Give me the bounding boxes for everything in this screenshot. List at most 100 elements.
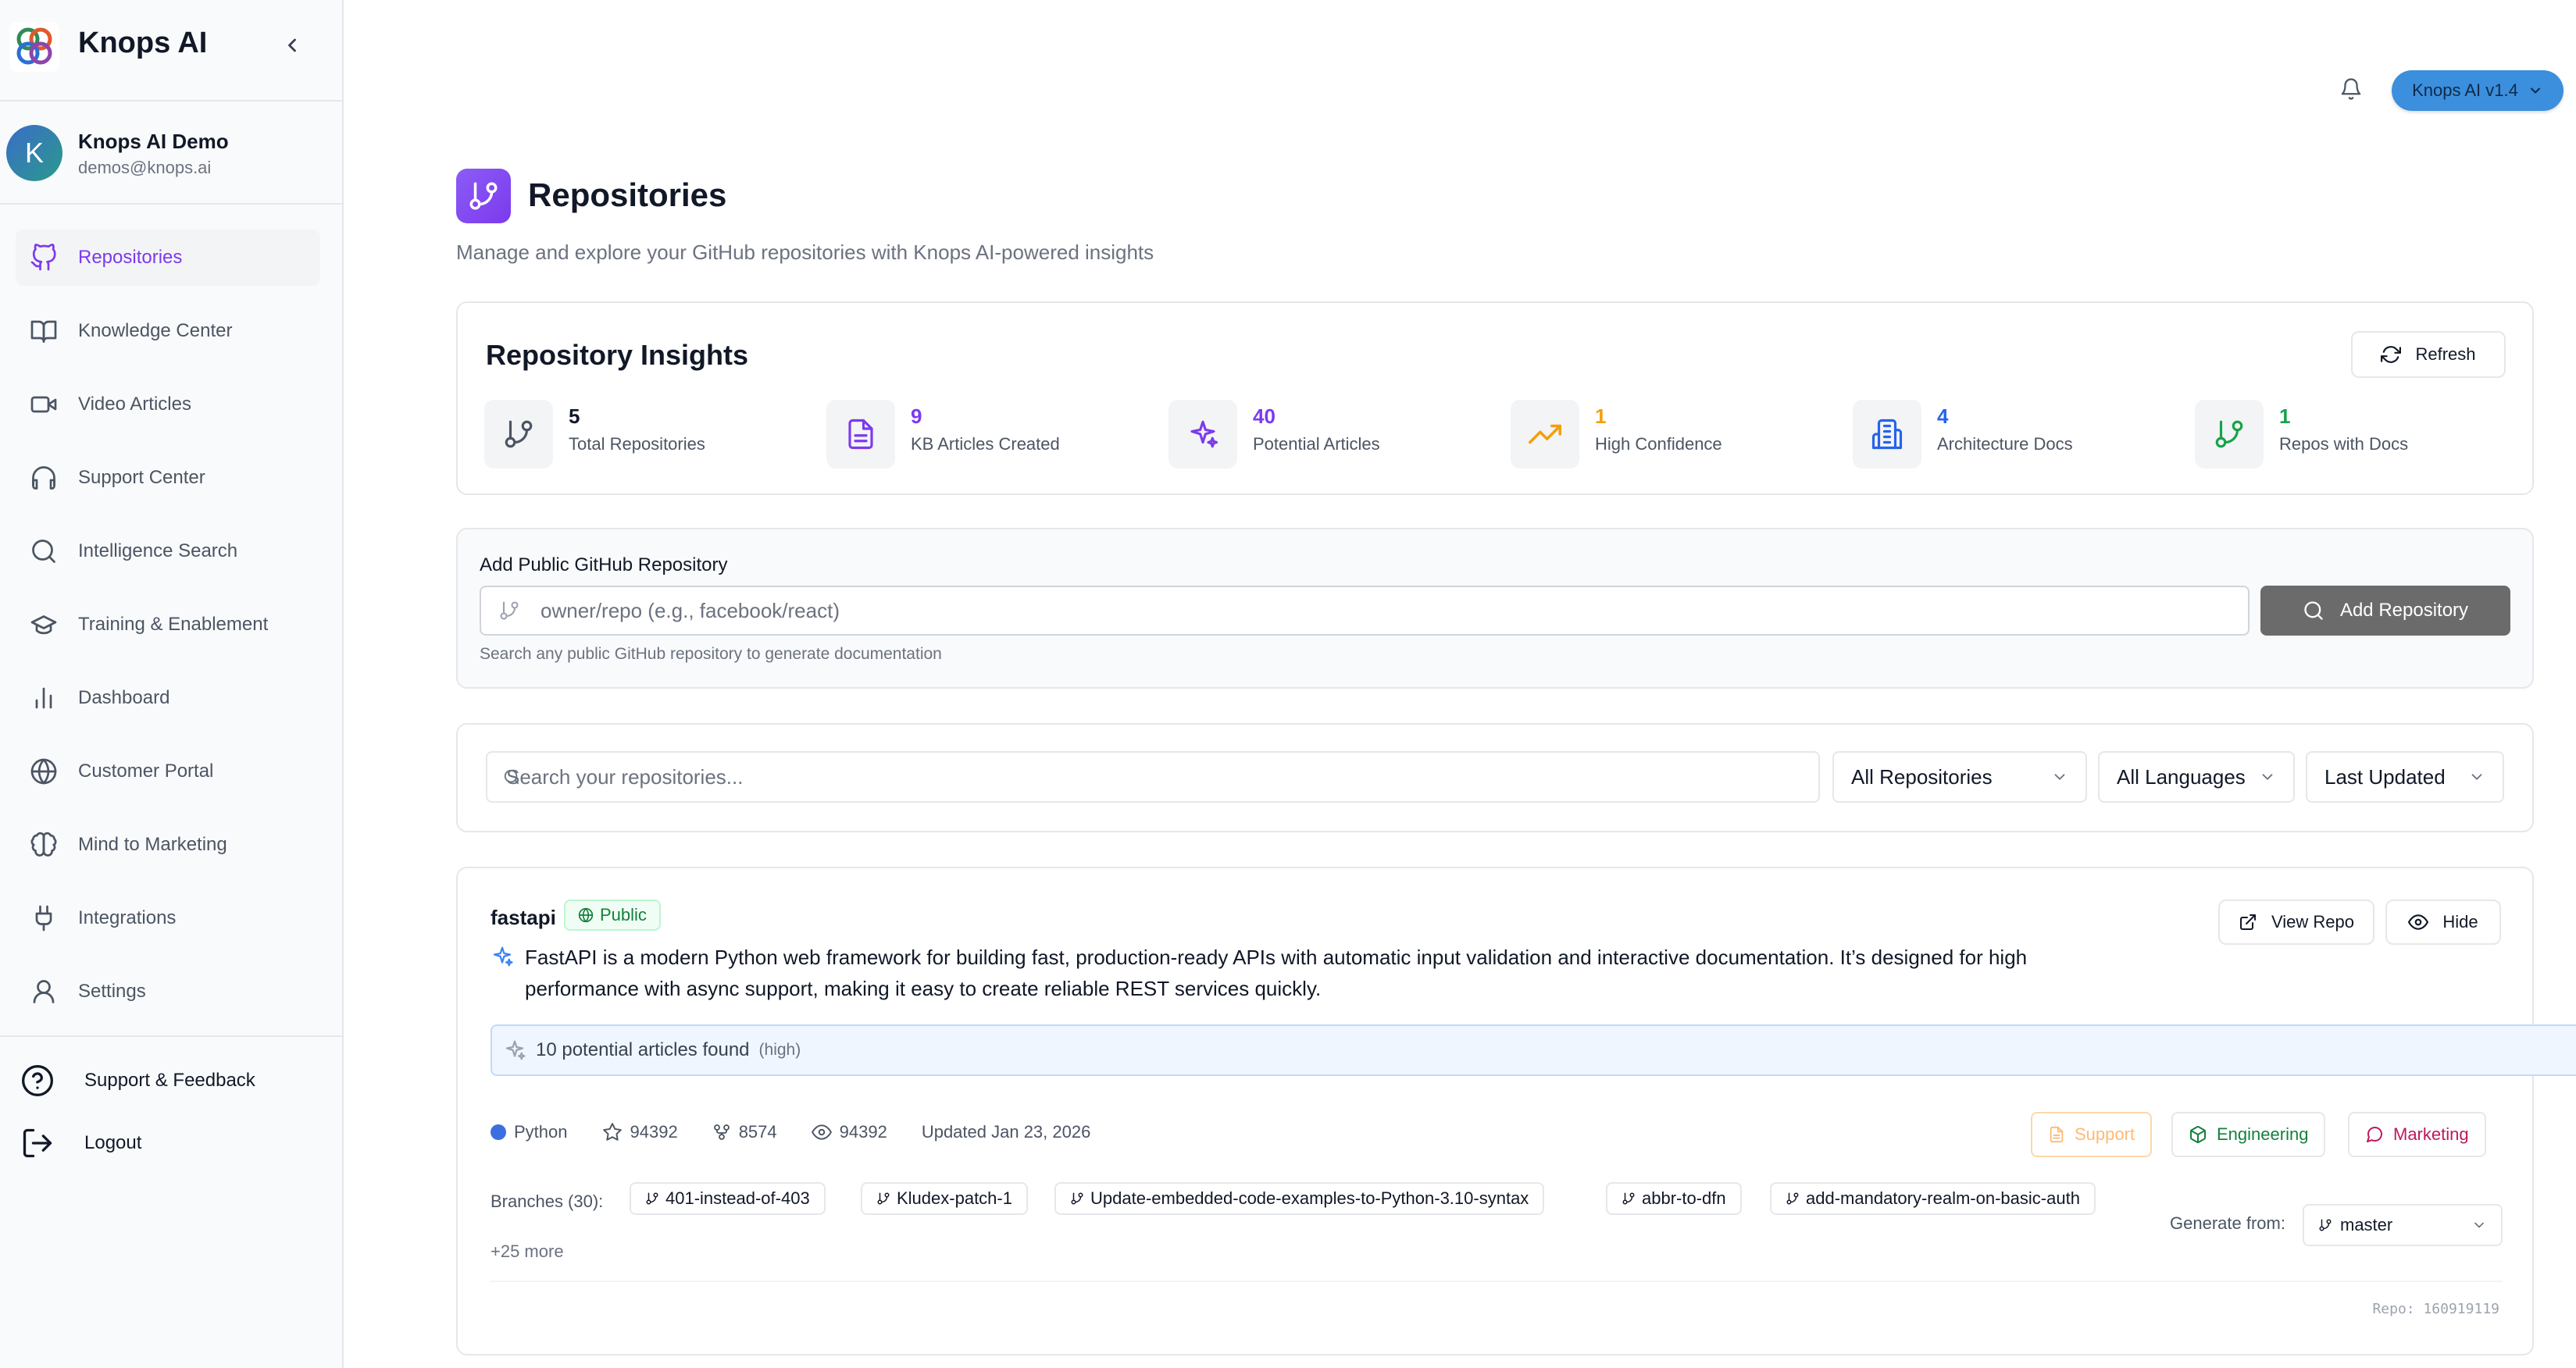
add-repository-label: Add Public GitHub Repository xyxy=(480,554,728,575)
support-tag-label: Support xyxy=(2075,1124,2135,1144)
generate-branch-select[interactable]: master xyxy=(2303,1204,2503,1246)
eye-icon xyxy=(2408,914,2429,930)
notifications-bell-icon[interactable] xyxy=(2335,73,2367,105)
branch-chip[interactable]: Kludex-patch-1 xyxy=(861,1182,1028,1215)
page-header-git-branch-icon xyxy=(456,169,511,223)
add-repository-label: Add Repository xyxy=(2339,600,2469,621)
message-circle-icon xyxy=(2367,1126,2383,1142)
refresh-button[interactable]: Refresh xyxy=(2351,331,2506,378)
page-title: Repositories xyxy=(528,176,727,213)
search-icon xyxy=(27,534,61,568)
building-doc-icon xyxy=(1853,400,1921,468)
repo-card-divider xyxy=(491,1281,2503,1282)
sort-select[interactable]: Last Updated xyxy=(2306,751,2504,803)
branch-chip[interactable]: abbr-to-dfn xyxy=(1606,1182,1742,1215)
stat-value: 4 xyxy=(1937,404,1949,428)
version-dropdown-button[interactable]: Knops AI v1.4 xyxy=(2392,70,2564,111)
stars-count: 94392 xyxy=(630,1122,678,1142)
sidebar-item-integrations[interactable]: Integrations xyxy=(16,890,320,946)
chevron-down-icon xyxy=(2054,774,2065,780)
sidebar-item-training[interactable]: Training & Enablement xyxy=(16,597,320,653)
sidebar-item-settings[interactable]: Settings xyxy=(16,964,320,1020)
globe-icon xyxy=(578,907,594,923)
collapse-sidebar-button[interactable] xyxy=(275,28,309,62)
sidebar-item-knowledge-center[interactable]: Knowledge Center xyxy=(16,303,320,359)
sidebar-divider xyxy=(0,1035,342,1037)
branch-chip[interactable]: Update-embedded-code-examples-to-Python-… xyxy=(1054,1182,1545,1215)
branch-chip[interactable]: 401-instead-of-403 xyxy=(630,1182,826,1215)
language-select[interactable]: All Languages xyxy=(2098,751,2295,803)
user-icon xyxy=(27,974,61,1009)
stat-label: Architecture Docs xyxy=(1937,434,2073,454)
branch-name: 401-instead-of-403 xyxy=(665,1188,810,1208)
sidebar-item-mind-to-marketing[interactable]: Mind to Marketing xyxy=(16,817,320,873)
watchers-meta: 94392 xyxy=(811,1122,887,1142)
sidebar-item-video-articles[interactable]: Video Articles xyxy=(16,376,320,433)
generate-from-label: Generate from: xyxy=(2170,1213,2285,1233)
repository-search-input[interactable]: Search your repositories... xyxy=(486,751,1820,803)
stat-value: 5 xyxy=(569,404,580,428)
avatar: K xyxy=(6,125,62,181)
forks-count: 8574 xyxy=(738,1122,777,1142)
stat-kb-articles: 9 KB Articles Created xyxy=(826,400,1154,472)
sidebar-item-label: Mind to Marketing xyxy=(78,834,227,855)
potential-articles-text: 10 potential articles found xyxy=(536,1039,750,1060)
sidebar-item-dashboard[interactable]: Dashboard xyxy=(16,670,320,726)
insights-title: Repository Insights xyxy=(486,339,749,371)
repository-type-value: All Repositories xyxy=(1851,764,1993,789)
sidebar-item-intelligence-search[interactable]: Intelligence Search xyxy=(16,523,320,579)
ai-sparkles-icon xyxy=(491,945,514,968)
video-icon xyxy=(27,387,61,422)
file-text-icon xyxy=(826,400,895,468)
help-circle-icon xyxy=(19,1062,56,1099)
sidebar-item-customer-portal[interactable]: Customer Portal xyxy=(16,743,320,800)
git-branch-icon xyxy=(877,1192,890,1205)
repo-url-placeholder: owner/repo (e.g., facebook/react) xyxy=(541,598,840,622)
branch-chip[interactable]: add-mandatory-realm-on-basic-auth xyxy=(1770,1182,2096,1215)
more-branches-link[interactable]: +25 more xyxy=(491,1242,564,1262)
file-text-icon xyxy=(2050,1126,2064,1143)
sidebar-item-repositories[interactable]: Repositories xyxy=(16,230,320,286)
potential-articles-confidence: (high) xyxy=(758,1041,801,1059)
graduation-cap-icon xyxy=(27,607,61,642)
chevron-down-icon xyxy=(2474,1222,2484,1228)
add-repository-hint: Search any public GitHub repository to g… xyxy=(480,645,942,663)
brand-header: Knops AI xyxy=(0,0,342,102)
repository-type-select[interactable]: All Repositories xyxy=(1832,751,2087,803)
support-feedback-link[interactable]: Support & Feedback xyxy=(19,1057,255,1104)
logout-link[interactable]: Logout xyxy=(19,1120,141,1167)
add-repository-button[interactable]: Add Repository xyxy=(2260,586,2510,636)
repo-url-input[interactable]: owner/repo (e.g., facebook/react) xyxy=(480,586,2250,636)
sidebar-item-label: Knowledge Center xyxy=(78,320,233,341)
potential-articles-banner[interactable]: 10 potential articles found (high) xyxy=(491,1024,2576,1076)
engineering-tag-button[interactable]: Engineering xyxy=(2171,1112,2326,1157)
repository-card-fastapi: fastapi Public View Repo Hide FastAPI is… xyxy=(456,867,2576,1356)
github-icon xyxy=(27,240,61,275)
git-branch-icon xyxy=(1786,1192,1799,1205)
stars-meta: 94392 xyxy=(602,1122,678,1142)
stat-total-repositories: 5 Total Repositories xyxy=(484,400,812,472)
trending-up-icon xyxy=(1511,400,1579,468)
stat-repos-with-docs: 1 Repos with Docs xyxy=(2195,400,2523,472)
generate-branch-value: master xyxy=(2340,1215,2393,1234)
stat-label: Total Repositories xyxy=(569,434,705,454)
stat-potential-articles: 40 Potential Articles xyxy=(1168,400,1497,472)
sidebar-item-label: Repositories xyxy=(78,247,183,268)
repository-search-placeholder: Search your repositories... xyxy=(506,764,744,789)
view-repo-button[interactable]: View Repo xyxy=(2218,900,2374,945)
knops-logo-icon xyxy=(9,22,59,72)
repository-filter-card: Search your repositories... All Reposito… xyxy=(456,723,2534,832)
sidebar-item-label: Settings xyxy=(78,981,146,1002)
branch-name: Kludex-patch-1 xyxy=(897,1188,1012,1208)
hide-button[interactable]: Hide xyxy=(2385,900,2501,945)
repository-name[interactable]: fastapi xyxy=(491,906,556,930)
logout-icon xyxy=(19,1124,56,1162)
support-tag-button[interactable]: Support xyxy=(2031,1112,2153,1157)
git-branch-icon xyxy=(498,600,520,622)
version-label: Knops AI v1.4 xyxy=(2412,80,2518,100)
user-email: demos@knops.ai xyxy=(78,158,212,177)
marketing-tag-button[interactable]: Marketing xyxy=(2348,1112,2486,1157)
sidebar-item-support-center[interactable]: Support Center xyxy=(16,450,320,506)
sidebar-item-label: Video Articles xyxy=(78,394,191,415)
stat-label: Repos with Docs xyxy=(2279,434,2409,454)
